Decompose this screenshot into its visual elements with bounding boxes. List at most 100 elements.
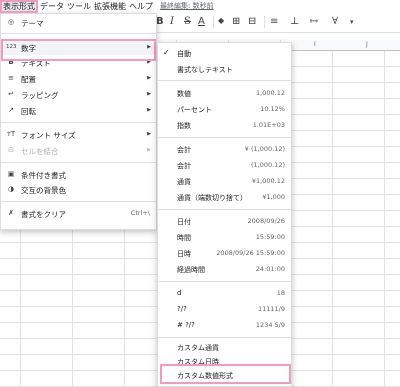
text-color-icon[interactable]: A <box>198 16 205 27</box>
menu-divider <box>158 137 291 138</box>
menu-divider <box>158 80 291 81</box>
column-header-j[interactable]: J <box>366 41 368 48</box>
fill-color-icon[interactable]: ◆ <box>218 16 224 25</box>
toolbar: B I S A ◆ ⊞ ⊟ ≡ ⊥ ↦ ∀ ▾ <box>150 13 400 33</box>
menu-item-rotation[interactable]: ↗ 回転 ▶ <box>1 104 156 118</box>
format-example: 18 <box>276 289 285 297</box>
merge-cells-icon: ⊟ <box>8 146 14 154</box>
wrap-icon[interactable]: ↦ <box>310 16 318 27</box>
menu-item-conditional-formatting[interactable]: ▣ 条件付き書式 <box>1 168 156 182</box>
text-wrap-icon: ↵ <box>8 90 14 98</box>
menu-divider <box>158 281 291 282</box>
menu-divider <box>1 122 156 123</box>
submenu-item-fraction-d[interactable]: d 18 <box>158 287 291 301</box>
chevron-down-icon[interactable]: ▾ <box>350 18 354 26</box>
menu-data[interactable]: データ <box>40 1 64 12</box>
highlight-number-item <box>1 39 156 61</box>
format-example: ¥1,000.12 <box>251 177 285 185</box>
menu-item-alternating-colors[interactable]: ◑ 交互の背景色 <box>1 183 156 197</box>
menu-item-label: セルを結合 <box>21 147 59 156</box>
submenu-item-label: 会計 <box>177 162 191 170</box>
menu-extensions[interactable]: 拡張機能 <box>94 1 126 12</box>
submenu-item-financial[interactable]: 会計 (1,000.12) <box>158 159 291 173</box>
menu-divider <box>158 209 291 210</box>
menu-divider <box>1 201 156 202</box>
chevron-right-icon: ▶ <box>147 147 151 153</box>
submenu-item-currency-rounded[interactable]: 通貨（端数切り捨て） ¥1,000 <box>158 191 291 205</box>
submenu-item-label: 時間 <box>177 234 191 242</box>
highlight-custom-number <box>160 364 291 384</box>
align-icon[interactable]: ≡ <box>270 16 278 27</box>
submenu-item-plain-text[interactable]: 書式なしテキスト <box>158 63 291 77</box>
submenu-item-accounting[interactable]: 会計 ¥ (1,000.12) <box>158 143 291 157</box>
menu-divider <box>158 337 291 338</box>
format-example: 10.12% <box>260 105 285 113</box>
menu-item-label: 回転 <box>21 107 36 116</box>
alternating-colors-icon: ◑ <box>7 185 15 193</box>
submenu-item-number[interactable]: 数値 1,000.12 <box>158 87 291 101</box>
column-header-row: I J <box>292 40 400 51</box>
menu-item-label: 交互の背景色 <box>21 186 66 195</box>
clear-format-icon: ✗ <box>8 209 14 217</box>
submenu-item-fraction-q[interactable]: ?/? 11111/9 <box>158 303 291 317</box>
menu-item-label: 書式をクリア <box>21 210 66 219</box>
format-example: 24:01:00 <box>255 265 285 273</box>
submenu-item-duration[interactable]: 経過時間 24:01:00 <box>158 263 291 277</box>
italic-icon[interactable]: I <box>170 16 174 27</box>
strikethrough-icon[interactable]: S <box>184 16 191 27</box>
chevron-right-icon: ▶ <box>147 131 151 137</box>
format-example: 2008/09/26 <box>247 217 285 225</box>
menu-item-label: テーマ <box>21 19 44 28</box>
submenu-item-time[interactable]: 時間 15:59:00 <box>158 231 291 245</box>
rotate-icon[interactable]: ∀ <box>332 16 338 27</box>
submenu-item-label: 日付 <box>177 218 191 226</box>
menu-item-label: ラッピング <box>21 91 59 100</box>
valign-icon[interactable]: ⊥ <box>290 16 299 27</box>
menu-item-label: 配置 <box>21 75 36 84</box>
check-icon: ✓ <box>163 48 170 57</box>
menu-item-merge-cells: ⊟ セルを結合 ▶ <box>1 144 156 158</box>
text-rotate-icon: ↗ <box>8 106 14 114</box>
submenu-item-automatic[interactable]: ✓ 自動 <box>158 47 291 61</box>
menu-item-alignment[interactable]: ≡ 配置 ▶ <box>1 72 156 86</box>
submenu-item-label: 通貨（端数切り捨て） <box>177 194 247 202</box>
menu-item-wrapping[interactable]: ↵ ラッピング ▶ <box>1 88 156 102</box>
align-left-icon: ≡ <box>8 74 14 82</box>
submenu-item-label: パーセント <box>177 106 212 114</box>
submenu-item-custom-currency[interactable]: カスタム通貨 <box>158 341 291 355</box>
toolbar-divider <box>264 16 265 28</box>
submenu-item-label: 日時 <box>177 250 191 258</box>
format-example: 1,000.12 <box>256 89 285 97</box>
toolbar-divider <box>213 16 214 28</box>
chevron-right-icon: ▶ <box>147 75 151 81</box>
menu-help[interactable]: ヘルプ <box>129 1 153 12</box>
menu-item-font-size[interactable]: ᴛT フォント サイズ ▶ <box>1 128 156 142</box>
submenu-item-datetime[interactable]: 日時 2008/09/26 15:59:00 <box>158 247 291 261</box>
submenu-item-fraction-mixed[interactable]: # ?/? 1234 5/9 <box>158 319 291 333</box>
menu-item-label: 条件付き書式 <box>21 171 66 180</box>
menu-divider <box>1 162 156 163</box>
submenu-item-date[interactable]: 日付 2008/09/26 <box>158 215 291 229</box>
column-header-i[interactable]: I <box>314 41 316 48</box>
merge-icon[interactable]: ⊟ <box>248 16 256 27</box>
submenu-item-label: 通貨 <box>177 178 191 186</box>
menu-item-clear-formatting[interactable]: ✗ 書式をクリア Ctrl+\ <box>1 207 156 221</box>
borders-icon[interactable]: ⊞ <box>232 16 240 27</box>
conditional-format-icon: ▣ <box>7 170 15 178</box>
format-example: 11111/9 <box>257 305 285 313</box>
submenu-item-percent[interactable]: パーセント 10.12% <box>158 103 291 117</box>
submenu-item-scientific[interactable]: 指数 1.01E+03 <box>158 119 291 133</box>
last-edit-link[interactable]: 最終編集: 数秒前 <box>160 1 214 11</box>
menu-tools[interactable]: ツール <box>67 1 91 12</box>
highlight-format-menu <box>0 0 38 13</box>
menu-item-label: フォント サイズ <box>21 131 76 140</box>
menu-divider <box>1 33 156 34</box>
chevron-right-icon: ▶ <box>147 91 151 97</box>
submenu-item-label: # ?/? <box>177 321 195 329</box>
bold-icon[interactable]: B <box>156 16 164 27</box>
submenu-item-label: ?/? <box>177 305 187 313</box>
submenu-item-currency[interactable]: 通貨 ¥1,000.12 <box>158 175 291 189</box>
menu-item-theme[interactable]: ◎ テーマ <box>1 16 156 30</box>
submenu-item-label: カスタム通貨 <box>177 344 219 352</box>
format-example: 2008/09/26 15:59:00 <box>216 249 285 257</box>
